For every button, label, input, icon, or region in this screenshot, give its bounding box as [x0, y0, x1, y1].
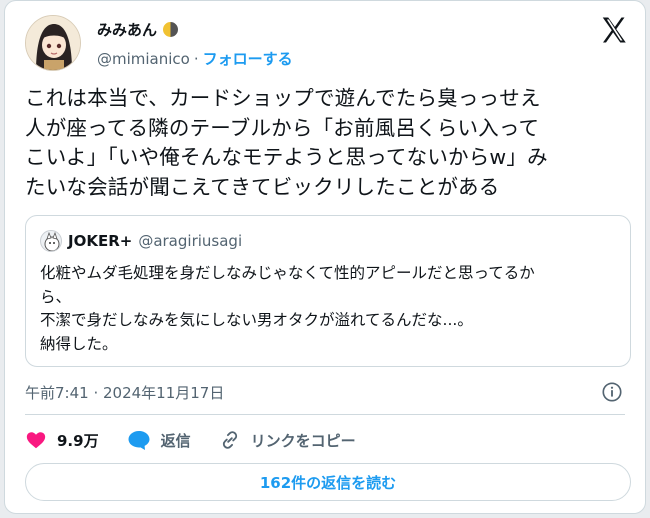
tweet-text-line: 人が座ってる隣のテーブルから「お前風呂くらい入って [25, 115, 540, 140]
info-icon[interactable] [601, 381, 623, 403]
quoted-tweet[interactable]: JOKER+ @aragiriusagi 化粧やムダ毛処理を身だしなみじゃなくて… [25, 215, 631, 367]
quoted-author-handle: @aragiriusagi [138, 232, 243, 250]
author-display-name-row[interactable]: みみあん [97, 19, 293, 40]
read-replies-button[interactable]: 162件の返信を読む [25, 463, 631, 501]
quoted-author-name: JOKER+ [68, 232, 133, 250]
tweet-meta: 午前7:41 · 2024年11月17日 [25, 381, 625, 403]
follow-button[interactable]: フォローする [203, 48, 293, 69]
tweet-actions: 9.9万 返信 リンクをコピー [25, 425, 384, 455]
separator-dot: · [193, 49, 199, 68]
copy-link-label: リンクをコピー [250, 431, 356, 450]
quoted-text-line: 化粧やムダ毛処理を身だしなみじゃなくて性的アピールだと思ってるか [40, 264, 535, 282]
tweet-embed-card: みみあん @mimianico · フォローする これは本当で、カードショップで… [4, 0, 646, 514]
link-icon [222, 431, 237, 449]
author-sub-row: @mimianico · フォローする [97, 48, 293, 69]
copy-link-button[interactable]: リンクをコピー [219, 429, 356, 451]
tweet-text: これは本当で、カードショップで遊んでたら臭っっせえ 人が座ってる隣のテーブルから… [25, 84, 625, 202]
x-logo-icon[interactable] [599, 15, 629, 45]
tweet-text-line: たいな会話が聞こえてきてビックリしたことがある [25, 174, 500, 199]
quoted-text-line: 納得した。 [40, 334, 118, 353]
tweet-text-line: こいよ」「いや俺そんなモテようと思ってないからw」み [25, 145, 548, 169]
speech-bubble-icon [128, 431, 150, 450]
quoted-tweet-text: 化粧やムダ毛処理を身だしなみじゃなくて性的アピールだと思ってるか ら、 不潔で身… [40, 262, 620, 356]
like-button[interactable]: 9.9万 [25, 429, 99, 451]
like-count: 9.9万 [57, 431, 99, 450]
author-names: みみあん @mimianico · フォローする [97, 19, 293, 69]
quoted-tweet-header: JOKER+ @aragiriusagi [40, 230, 242, 252]
reply-label: 返信 [160, 431, 191, 450]
author-handle[interactable]: @mimianico [97, 50, 190, 68]
quoted-text-line: 不潔で身だしなみを気にしない男オタクが溢れてるんだな...。 [40, 311, 473, 329]
tweet-timestamp[interactable]: 午前7:41 · 2024年11月17日 [25, 382, 224, 403]
quoted-text-line: ら、 [40, 287, 72, 306]
author-display-name[interactable]: みみあん [97, 19, 157, 40]
half-moon-icon [163, 22, 179, 37]
heart-icon [26, 432, 46, 449]
read-replies-label: 162件の返信を読む [259, 473, 397, 492]
divider [25, 414, 625, 415]
author-avatar[interactable] [25, 15, 81, 71]
tweet-header: みみあん @mimianico · フォローする [19, 13, 631, 75]
tweet-text-line: これは本当で、カードショップで遊んでたら臭っっせえ [25, 86, 541, 110]
quoted-author-avatar [40, 230, 62, 252]
reply-button[interactable]: 返信 [127, 429, 191, 451]
